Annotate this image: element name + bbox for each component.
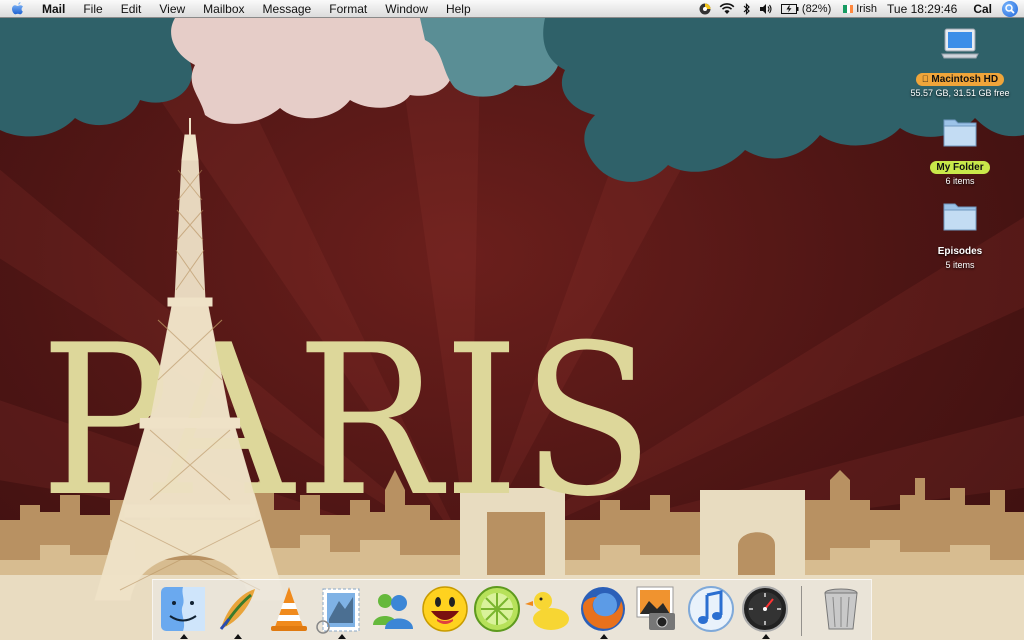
episodes-info: 5 items: [945, 260, 975, 270]
macintosh-hd-label:  Macintosh HD: [915, 73, 1005, 86]
battery-status[interactable]: (82%): [780, 2, 832, 15]
yahoo-smiley-icon: [422, 586, 468, 632]
menu-window[interactable]: Window: [376, 0, 437, 18]
feather-app-icon: [219, 589, 255, 630]
menu-view[interactable]: View: [150, 0, 194, 18]
irish-flag-icon: [843, 4, 854, 13]
desktop-icon-episodes[interactable]: Episodes 5 items: [905, 196, 1015, 271]
input-language: Irish: [856, 2, 878, 15]
limewire-icon: [474, 586, 520, 632]
folder-icon: [943, 203, 977, 231]
folder-icon: [943, 119, 977, 147]
menu-format[interactable]: Format: [320, 0, 376, 18]
running-indicator: [600, 634, 608, 639]
my-folder-info: 6 items: [945, 176, 975, 186]
itunes-icon: [688, 586, 734, 632]
cyberduck-icon: [525, 592, 569, 630]
dock-item-iphoto[interactable]: [631, 583, 683, 635]
trash-icon: [824, 588, 858, 630]
menu-extras: (82%) Irish Tue 18:29:46 Cal: [691, 0, 1024, 18]
wifi-icon[interactable]: [719, 2, 735, 15]
dock-item-vlc[interactable]: [263, 583, 315, 635]
bluetooth-icon[interactable]: [743, 2, 751, 15]
menu-app-name[interactable]: Mail: [36, 0, 74, 18]
dock-item-yahoo-messenger[interactable]: [419, 583, 471, 635]
macintosh-hd-info: 55.57 GB, 31.51 GB free: [910, 88, 1010, 98]
volume-icon[interactable]: [759, 3, 773, 15]
running-indicator: [180, 634, 188, 639]
spotlight-icon[interactable]: [1002, 0, 1018, 17]
dock-item-messenger[interactable]: [367, 583, 419, 635]
menu-mailbox[interactable]: Mailbox: [194, 0, 253, 18]
running-indicator: [762, 634, 770, 639]
my-folder-label: My Folder: [930, 161, 990, 174]
dock-item-feather-app[interactable]: [211, 583, 263, 639]
dock-item-finder[interactable]: [157, 583, 209, 639]
dashboard-icon: [742, 586, 788, 632]
running-indicator: [338, 634, 346, 639]
hard-drive-icon: [941, 28, 979, 59]
vlc-cone-icon: [271, 587, 307, 631]
menu-help[interactable]: Help: [437, 0, 480, 18]
input-menu[interactable]: Irish: [843, 3, 877, 15]
menu-edit[interactable]: Edit: [112, 0, 151, 18]
battery-percent: (82%): [801, 2, 832, 15]
episodes-label: Episodes: [937, 246, 983, 257]
messenger-buddies-icon: [373, 594, 413, 629]
itunes-status-icon[interactable]: [699, 3, 711, 15]
desktop-wallpaper: PARIS: [0, 0, 1024, 640]
iphoto-icon: [636, 586, 675, 630]
dock: [152, 579, 872, 640]
dock-item-trash[interactable]: [815, 583, 867, 635]
desktop-icon-macintosh-hd[interactable]:  Macintosh HD 55.57 GB, 31.51 GB free: [905, 24, 1015, 99]
eiffel-overlay: [95, 306, 285, 600]
dock-item-firefox[interactable]: [577, 583, 629, 639]
menu-file[interactable]: File: [74, 0, 111, 18]
menu-clock[interactable]: Tue 18:29:46: [887, 0, 957, 18]
dock-item-mail[interactable]: [315, 583, 367, 639]
mail-stamp-icon: [316, 588, 360, 634]
finder-icon: [161, 587, 205, 631]
dock-separator: [801, 586, 802, 636]
desktop-icon-my-folder[interactable]: My Folder 6 items: [905, 112, 1015, 187]
dock-item-limewire[interactable]: [471, 583, 523, 635]
battery-icon: [780, 3, 799, 14]
dock-item-cyberduck[interactable]: [523, 583, 575, 635]
firefox-icon: [581, 587, 625, 631]
dock-item-itunes[interactable]: [685, 583, 737, 635]
dock-item-dashboard[interactable]: [739, 583, 791, 639]
menu-message[interactable]: Message: [254, 0, 321, 18]
menu-user-name[interactable]: Cal: [973, 0, 992, 18]
running-indicator: [234, 634, 242, 639]
menu-bar: Mail File Edit View Mailbox Message Form…: [0, 0, 1024, 18]
apple-icon[interactable]: [0, 0, 36, 18]
